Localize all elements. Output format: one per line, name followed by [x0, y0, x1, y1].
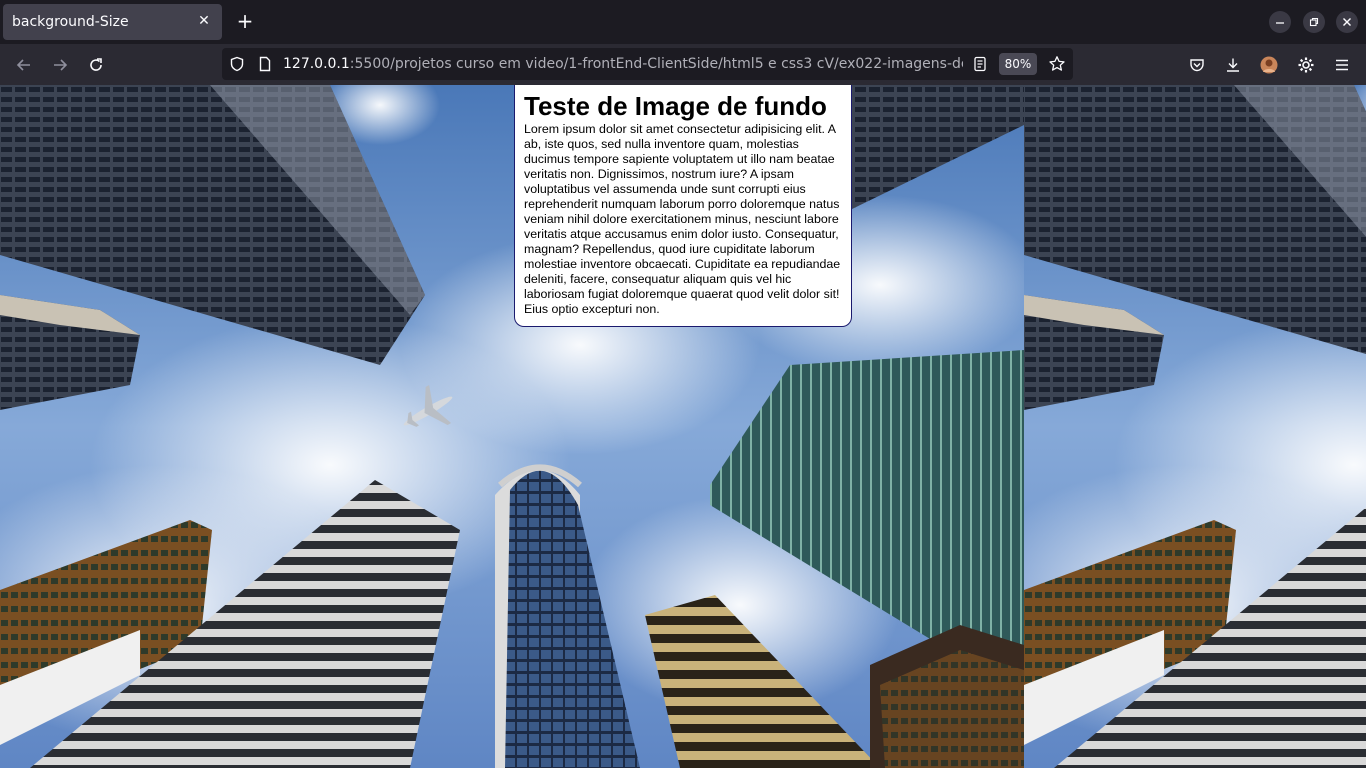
background-image-repeat [1024, 85, 1366, 768]
forward-arrow-icon [54, 59, 68, 71]
close-icon [1343, 18, 1351, 26]
reload-button[interactable] [84, 53, 108, 77]
tab-strip: background-Size ✕ + [0, 0, 1366, 44]
url-host: 127.0.0.1 [283, 56, 350, 72]
avatar-icon [1260, 56, 1278, 74]
menu-button[interactable] [1330, 53, 1354, 77]
account-button[interactable] [1257, 53, 1281, 77]
shield-icon[interactable] [229, 56, 245, 72]
downloads-button[interactable] [1221, 53, 1245, 77]
minimize-icon [1276, 22, 1284, 24]
tab-title: background-Size [12, 14, 129, 30]
back-arrow-icon [16, 59, 30, 71]
page-viewport: Teste de Image de fundo Lorem ipsum dolo… [0, 85, 1366, 768]
url-text[interactable]: 127.0.0.1:5500/projetos curso em video/1… [283, 56, 963, 72]
page-title: Teste de Image de fundo [524, 91, 827, 121]
minimize-button[interactable] [1269, 11, 1291, 33]
download-icon [1227, 58, 1239, 72]
back-button[interactable] [12, 53, 36, 77]
star-icon[interactable] [1048, 55, 1066, 73]
address-bar[interactable]: 127.0.0.1:5500/projetos curso em video/1… [222, 48, 1073, 80]
content-card: Teste de Image de fundo Lorem ipsum dolo… [514, 85, 852, 327]
zoom-level-button[interactable]: 80% [999, 53, 1037, 75]
restore-icon [1309, 17, 1319, 27]
url-path: :5500/projetos curso em video/1-frontEnd… [349, 56, 963, 72]
pocket-button[interactable] [1185, 53, 1209, 77]
restore-button[interactable] [1303, 11, 1325, 33]
new-tab-button[interactable]: + [233, 9, 257, 33]
tab-close-icon[interactable]: ✕ [194, 11, 214, 31]
tab-active[interactable]: background-Size ✕ [3, 4, 222, 40]
background-image-skyscrapers-repeat [1024, 85, 1366, 768]
pocket-icon [1190, 59, 1204, 72]
hamburger-menu-icon [1336, 59, 1348, 71]
reader-view-icon[interactable] [972, 56, 988, 72]
background-image [0, 85, 1024, 768]
lorem-paragraph: Lorem ipsum dolor sit amet consectetur a… [524, 122, 841, 316]
forward-button[interactable] [48, 53, 72, 77]
reload-icon [90, 58, 102, 71]
background-image-skyscrapers [0, 85, 1024, 768]
gear-icon [1298, 57, 1314, 73]
page-icon[interactable] [257, 56, 273, 72]
navigation-toolbar: 127.0.0.1:5500/projetos curso em video/1… [0, 44, 1366, 85]
close-window-button[interactable] [1336, 11, 1358, 33]
extensions-button[interactable] [1294, 53, 1318, 77]
